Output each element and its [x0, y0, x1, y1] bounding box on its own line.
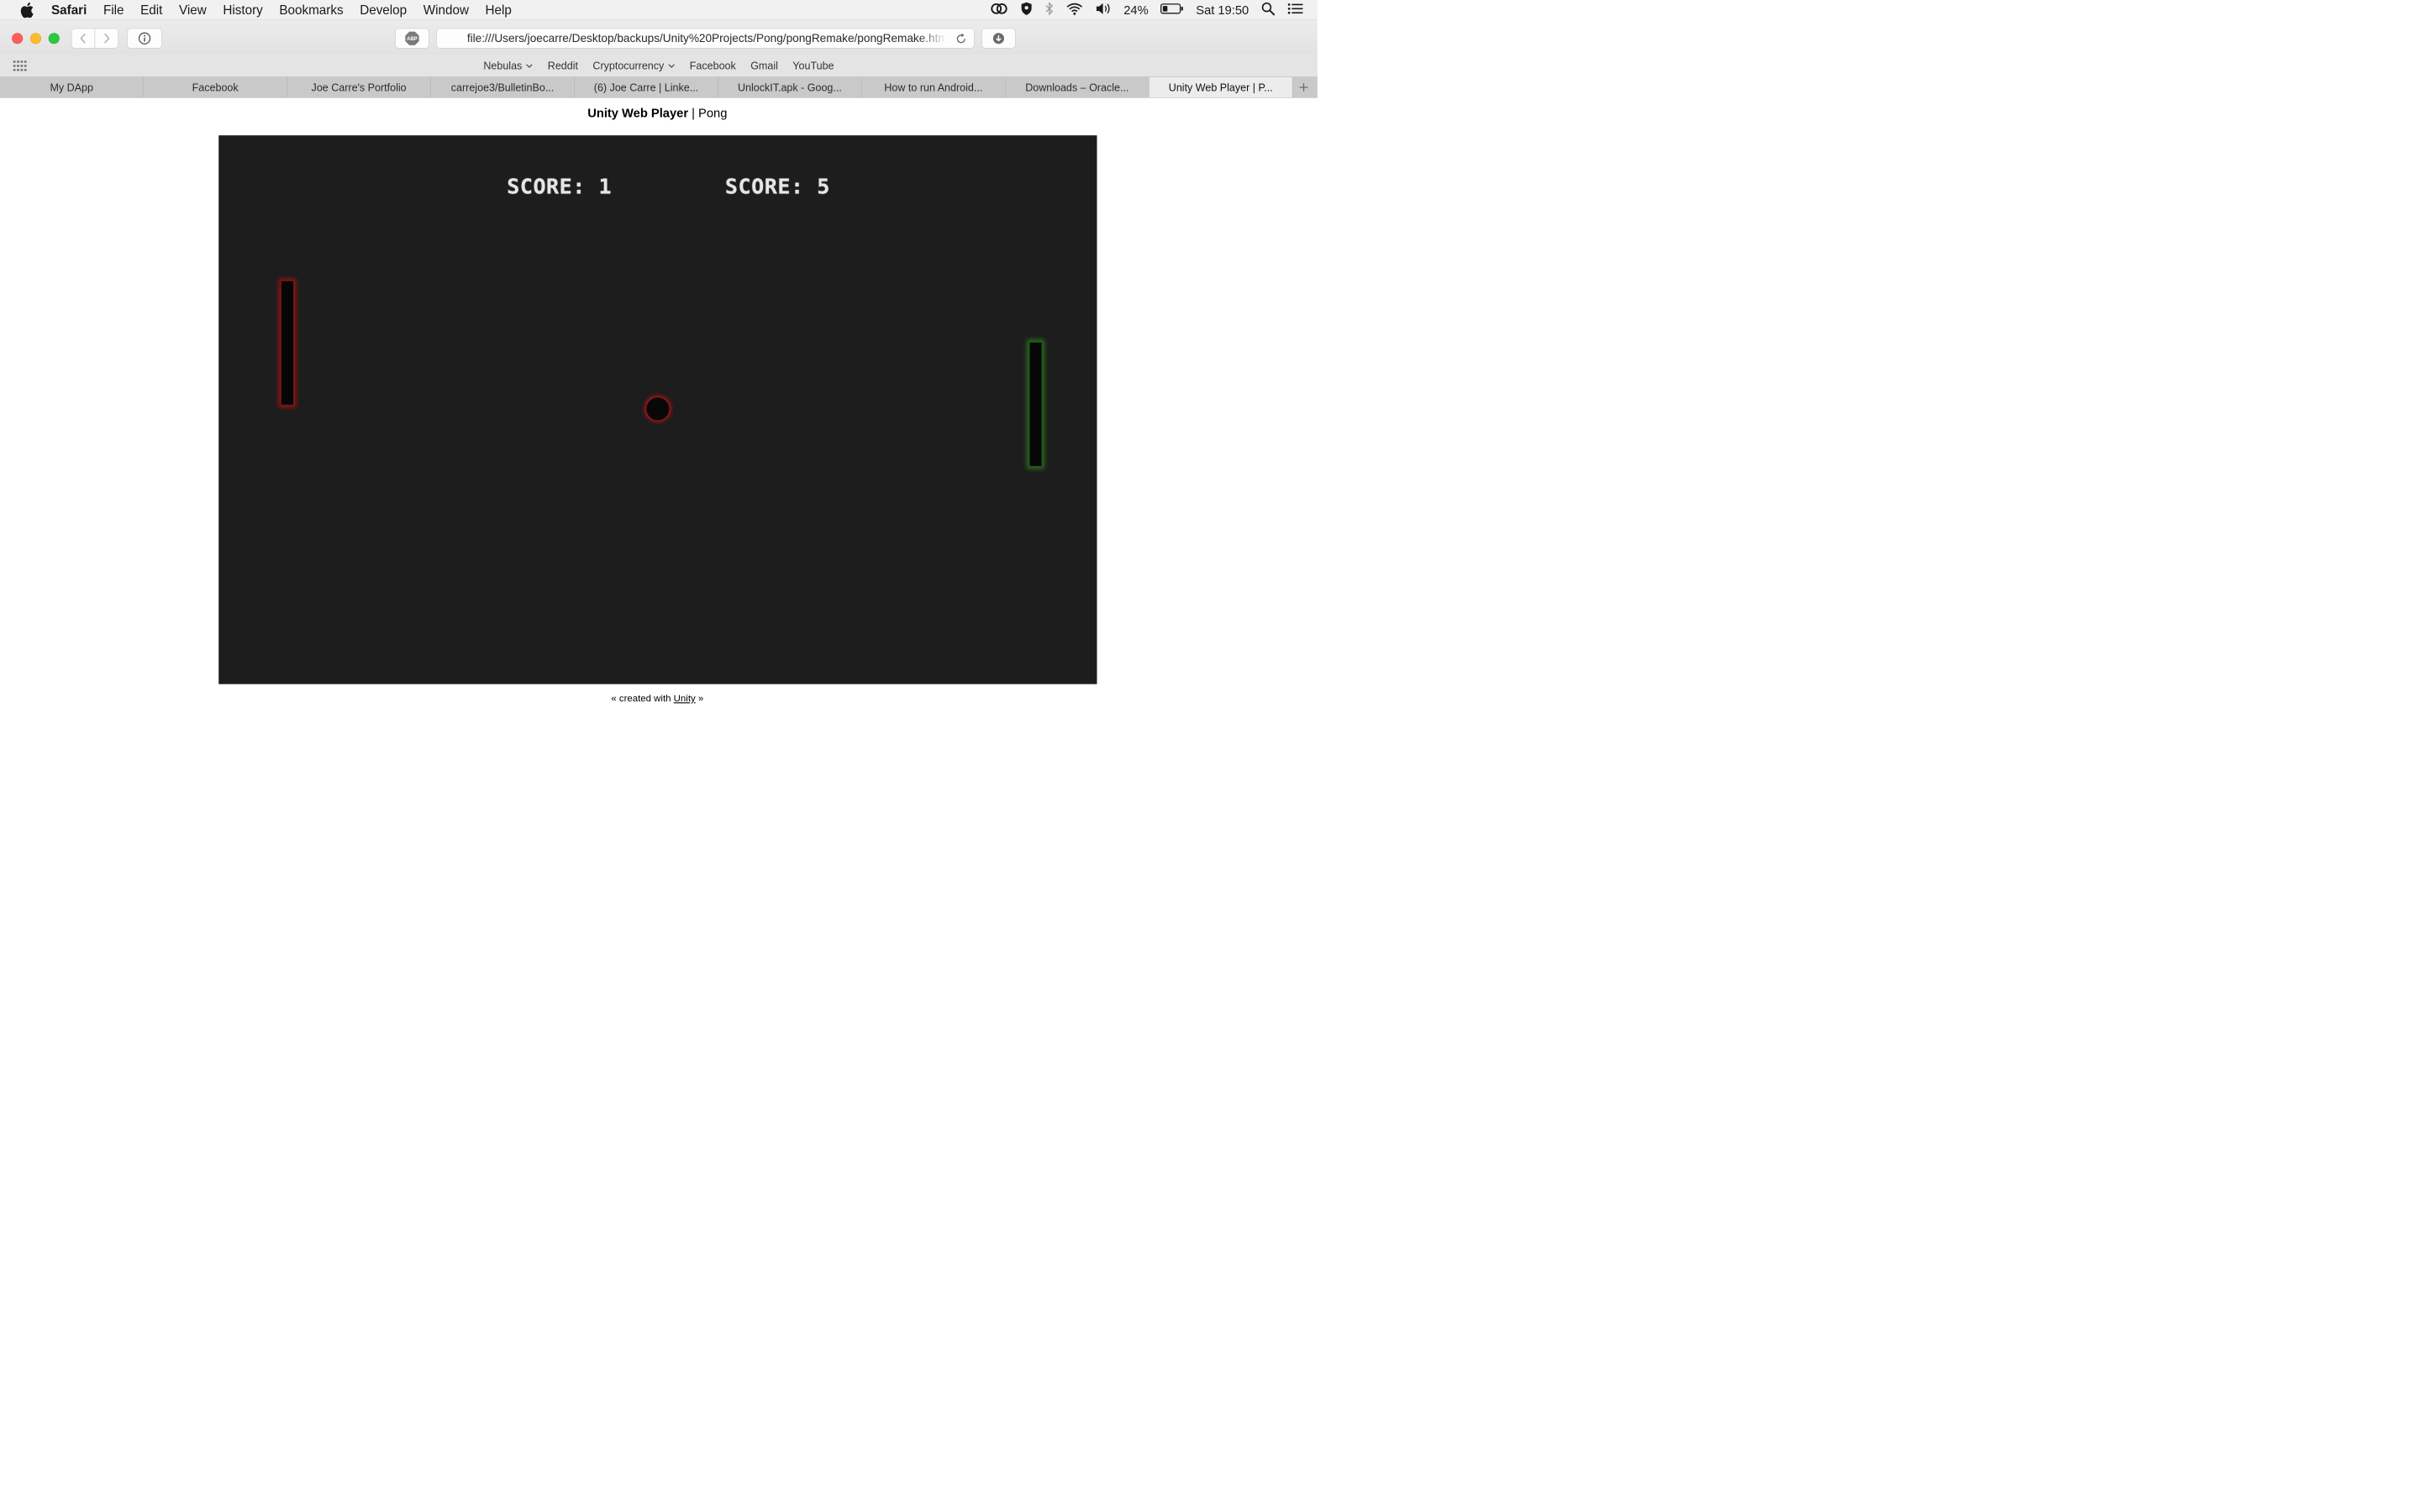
- favorite-label: Cryptocurrency: [592, 60, 665, 72]
- menu-bookmarks[interactable]: Bookmarks: [271, 0, 352, 20]
- info-icon: [138, 32, 151, 45]
- tab-my-dapp[interactable]: My DApp: [0, 77, 144, 97]
- menu-help[interactable]: Help: [477, 0, 520, 20]
- apple-menu-icon[interactable]: [18, 0, 37, 20]
- page-title-rest: Pong: [698, 106, 728, 120]
- battery-percent: 24%: [1123, 3, 1149, 17]
- favorites-bar: Nebulas Reddit Cryptocurrency Facebook G…: [0, 55, 1318, 77]
- page-footer: « created with Unity »: [0, 693, 1315, 704]
- volume-icon[interactable]: [1095, 2, 1112, 18]
- menu-file[interactable]: File: [95, 0, 132, 20]
- menu-edit[interactable]: Edit: [132, 0, 171, 20]
- favorite-gmail[interactable]: Gmail: [743, 60, 785, 72]
- page-title-separator: |: [688, 106, 699, 120]
- menu-develop[interactable]: Develop: [351, 0, 415, 20]
- downloads-button[interactable]: [981, 28, 1016, 49]
- page-title: Unity Web Player | Pong: [0, 106, 1315, 120]
- tab-unity-web-player[interactable]: Unity Web Player | P...: [1149, 77, 1293, 97]
- menu-app-safari[interactable]: Safari: [48, 0, 96, 20]
- chevron-down-icon: [526, 64, 533, 68]
- favorite-cryptocurrency[interactable]: Cryptocurrency: [586, 60, 682, 72]
- close-window-button[interactable]: [12, 33, 24, 45]
- ball: [644, 396, 671, 422]
- adblock-label: ABP: [407, 37, 418, 42]
- favorite-label: Reddit: [547, 60, 578, 72]
- favorite-facebook[interactable]: Facebook: [682, 60, 743, 72]
- spotlight-search-icon[interactable]: [1260, 1, 1276, 18]
- browser-toolbar: ABP file:///Users/joecarre/Desktop/backu…: [0, 19, 1318, 55]
- menu-view[interactable]: View: [171, 0, 214, 20]
- url-text[interactable]: file:///Users/joecarre/Desktop/backups/U…: [467, 32, 947, 45]
- tab-linkedin[interactable]: (6) Joe Carre | Linke...: [575, 77, 718, 97]
- unity-game-canvas[interactable]: SCORE: 1 SCORE: 5: [218, 135, 1097, 685]
- chevron-right-icon: [104, 33, 110, 44]
- page-info-button[interactable]: [127, 28, 162, 49]
- right-paddle: [1028, 341, 1044, 468]
- favorite-label: Nebulas: [483, 60, 523, 72]
- shield-icon[interactable]: [1020, 1, 1033, 18]
- bluetooth-icon[interactable]: [1045, 1, 1055, 18]
- tab-portfolio[interactable]: Joe Carre's Portfolio: [287, 77, 431, 97]
- page-title-strong: Unity Web Player: [587, 106, 689, 120]
- minimize-window-button[interactable]: [29, 33, 41, 45]
- tab-bulletin-board[interactable]: carrejoe3/BulletinBo...: [431, 77, 575, 97]
- back-button[interactable]: [71, 28, 96, 49]
- chevron-down-icon: [668, 64, 675, 68]
- favorite-reddit[interactable]: Reddit: [540, 60, 586, 72]
- favorite-label: Facebook: [689, 60, 736, 72]
- tab-facebook[interactable]: Facebook: [144, 77, 287, 97]
- chevron-left-icon: [80, 33, 86, 44]
- screen: Safari File Edit View History Bookmarks …: [0, 0, 1318, 823]
- plus-icon: [1299, 83, 1308, 92]
- battery-icon[interactable]: [1160, 3, 1184, 18]
- download-icon: [992, 33, 1004, 45]
- forward-button[interactable]: [94, 28, 118, 49]
- wifi-icon[interactable]: [1066, 2, 1084, 18]
- tab-android[interactable]: How to run Android...: [862, 77, 1006, 97]
- status-area: 24% Sat 19:50: [990, 0, 1303, 20]
- favorite-label: YouTube: [792, 60, 834, 72]
- score-right: SCORE: 5: [724, 173, 830, 199]
- web-page: Unity Web Player | Pong SCORE: 1 SCORE: …: [0, 97, 1318, 823]
- menu-window[interactable]: Window: [415, 0, 477, 20]
- address-bar[interactable]: file:///Users/joecarre/Desktop/backups/U…: [436, 28, 975, 49]
- unity-link[interactable]: Unity: [674, 693, 696, 704]
- reload-icon[interactable]: [955, 33, 967, 49]
- footer-suffix: »: [695, 693, 704, 704]
- menu-history[interactable]: History: [215, 0, 271, 20]
- tab-bar: My DApp Facebook Joe Carre's Portfolio c…: [0, 76, 1318, 98]
- clock[interactable]: Sat 19:50: [1196, 3, 1249, 18]
- menu-bar: Safari File Edit View History Bookmarks …: [0, 0, 1318, 20]
- tab-oracle-downloads[interactable]: Downloads – Oracle...: [1006, 77, 1150, 97]
- tab-unlockit[interactable]: UnlockIT.apk - Goog...: [718, 77, 862, 97]
- adblock-button[interactable]: ABP: [395, 28, 429, 49]
- favorite-nebulas[interactable]: Nebulas: [476, 60, 540, 72]
- favorite-youtube[interactable]: YouTube: [786, 60, 842, 72]
- new-tab-button[interactable]: [1292, 77, 1314, 97]
- fullscreen-window-button[interactable]: [48, 33, 60, 45]
- adblock-plus-icon: ABP: [405, 31, 419, 45]
- score-left: SCORE: 1: [507, 173, 613, 199]
- show-favorites-grid-icon[interactable]: [13, 60, 27, 74]
- creative-cloud-icon[interactable]: [990, 2, 1008, 18]
- left-paddle: [280, 280, 295, 407]
- footer-prefix: « created with: [611, 693, 674, 704]
- notification-center-icon[interactable]: [1287, 2, 1304, 18]
- favorite-label: Gmail: [750, 60, 778, 72]
